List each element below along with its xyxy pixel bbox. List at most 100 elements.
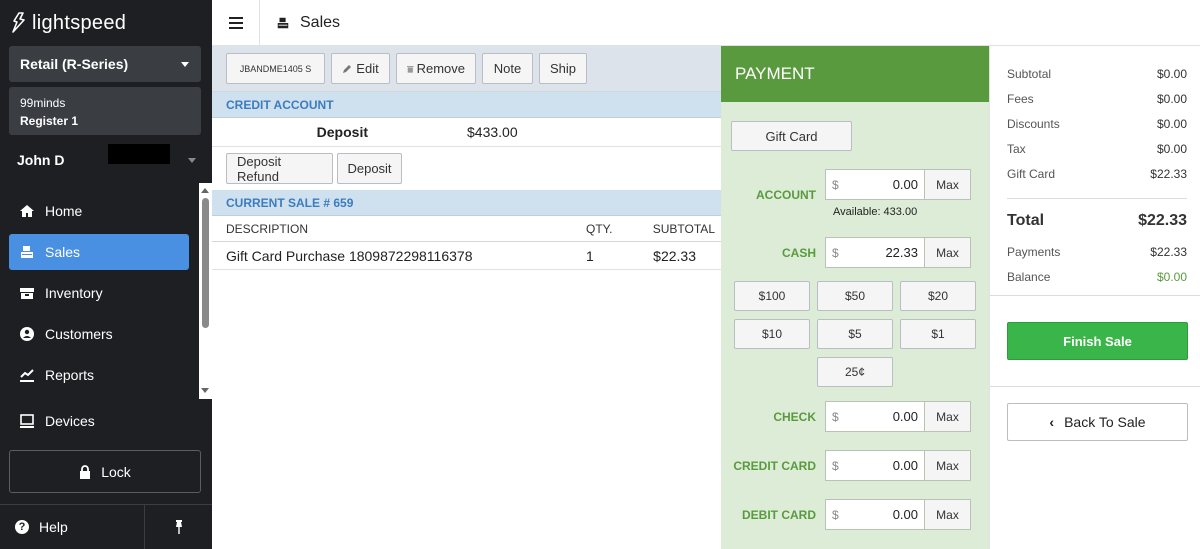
user-menu[interactable]: John D (0, 143, 212, 177)
finish-sale-button[interactable]: Finish Sale (1007, 322, 1188, 360)
cash-25-cent-button[interactable]: 25¢ (817, 357, 893, 387)
cash-100-button[interactable]: $100 (734, 281, 810, 311)
tax-label: Tax (1007, 142, 1026, 156)
divider (990, 386, 1200, 387)
cash-10-button[interactable]: $10 (734, 319, 810, 349)
divider (990, 295, 1200, 296)
pin-button[interactable] (145, 505, 212, 549)
register-name: Register 1 (20, 114, 79, 128)
sidebar-nav: Home Sales Inventory Customers Reports (0, 190, 199, 395)
balance-value: $0.00 (1156, 270, 1187, 284)
payments-row: Payments $22.33 (1007, 245, 1187, 259)
credit-card-amount-input[interactable]: $ 0.00 (825, 450, 925, 481)
debit-card-amount-input[interactable]: $ 0.00 (825, 499, 925, 530)
subtotal-row: Subtotal $0.00 (1007, 67, 1187, 81)
page-title: Sales (260, 14, 340, 32)
debit-card-max-button[interactable]: Max (925, 499, 971, 530)
table-row[interactable]: Gift Card Purchase 1809872298116378 1 $2… (212, 242, 721, 270)
cash-amount-value: 22.33 (885, 245, 918, 260)
sidebar-item-reports[interactable]: Reports (0, 354, 199, 395)
help-button[interactable]: ? Help (0, 505, 145, 549)
credit-card-payment-row: CREDIT CARD $ 0.00 Max (721, 450, 989, 481)
sidebar: lightspeed Retail (R-Series) 99minds Reg… (0, 0, 212, 549)
credit-card-max-button[interactable]: Max (925, 450, 971, 481)
cash-50-button[interactable]: $50 (817, 281, 893, 311)
payments-label: Payments (1007, 245, 1061, 259)
totals-panel: Subtotal $0.00 Fees $0.00 Discounts $0.0… (989, 46, 1200, 549)
debit-card-amount-value: 0.00 (892, 507, 918, 522)
menu-toggle-button[interactable] (212, 0, 260, 46)
devices-icon (20, 414, 34, 428)
sidebar-item-label: Sales (45, 244, 81, 260)
hamburger-icon (228, 21, 243, 24)
discounts-label: Discounts (1007, 117, 1060, 131)
gift-card-button[interactable]: Gift Card (731, 121, 852, 151)
page-title-text: Sales (300, 13, 341, 31)
debit-card-label: DEBIT CARD (742, 507, 816, 522)
sidebar-item-label: Inventory (45, 284, 103, 301)
chevron-down-icon (181, 61, 189, 67)
credit-account-heading: CREDIT ACCOUNT (212, 92, 721, 118)
lightspeed-flame-icon (12, 12, 25, 33)
deposit-refund-button[interactable]: Deposit Refund (226, 153, 333, 184)
discounts-row: Discounts $0.00 (1007, 117, 1187, 131)
check-max-button[interactable]: Max (925, 401, 971, 432)
edit-label: Edit (356, 61, 379, 76)
payments-value: $22.33 (1150, 245, 1187, 259)
pin-icon (175, 520, 182, 534)
gift-card-row: Gift Card $22.33 (1007, 167, 1187, 181)
check-amount-input[interactable]: $ 0.00 (825, 401, 925, 432)
deposit-button[interactable]: Deposit (337, 153, 402, 184)
remove-customer-button[interactable]: Remove (396, 53, 476, 84)
sidebar-item-home[interactable]: Home (0, 190, 199, 231)
cash-20-button[interactable]: $20 (900, 281, 976, 311)
register-icon (21, 246, 33, 258)
sidebar-item-devices[interactable]: Devices (0, 403, 212, 439)
sidebar-scrollbar-thumb[interactable] (202, 198, 209, 328)
ship-button[interactable]: Ship (539, 53, 587, 84)
sidebar-footer: ? Help (0, 504, 212, 549)
cash-max-button[interactable]: Max (925, 237, 971, 268)
sale-panel: JBANDME1405 S Edit Remove Note Ship CRED… (212, 46, 721, 549)
line-subtotal: $22.33 (653, 247, 696, 264)
shop-select[interactable]: Retail (R-Series) (9, 46, 201, 82)
fees-label: Fees (1007, 92, 1034, 106)
top-bar: Sales (212, 0, 1200, 46)
reports-icon (20, 368, 34, 382)
cash-1-button[interactable]: $1 (900, 319, 976, 349)
help-icon: ? (15, 520, 29, 534)
scroll-up-arrow-icon[interactable] (201, 188, 209, 193)
chevron-down-icon (188, 157, 196, 163)
user-name: John D (17, 152, 65, 168)
cash-label: CASH (781, 245, 816, 260)
account-available: Available: 433.00 (833, 206, 918, 218)
sidebar-item-label: Devices (45, 413, 95, 429)
payment-heading: PAYMENT (721, 46, 989, 102)
scroll-down-arrow-icon[interactable] (201, 388, 209, 393)
account-amount-input[interactable]: $ 0.00 (825, 169, 925, 200)
lock-icon (80, 464, 91, 479)
total-value: $22.33 (1138, 212, 1187, 229)
account-max-button[interactable]: Max (925, 169, 971, 200)
lock-button[interactable]: Lock (9, 450, 201, 493)
customer-button[interactable]: JBANDME1405 S (226, 53, 325, 84)
customer-icon (20, 326, 34, 341)
cash-5-button[interactable]: $5 (817, 319, 893, 349)
sidebar-item-label: Home (45, 202, 83, 219)
brand-logo[interactable]: lightspeed (0, 0, 212, 46)
sidebar-item-sales[interactable]: Sales (9, 234, 189, 270)
back-to-sale-button[interactable]: ‹ Back To Sale (1007, 403, 1188, 441)
register-info[interactable]: 99minds Register 1 (9, 87, 201, 135)
debit-card-payment-row: DEBIT CARD $ 0.00 Max (721, 499, 989, 530)
sidebar-item-label: Customers (45, 325, 113, 342)
subtotal-value: $0.00 (1156, 67, 1187, 81)
sidebar-item-customers[interactable]: Customers (0, 313, 199, 354)
edit-customer-button[interactable]: Edit (331, 53, 390, 84)
cash-payment-row: CASH $ 22.33 Max (721, 237, 989, 268)
sidebar-item-inventory[interactable]: Inventory (0, 272, 199, 313)
note-button[interactable]: Note (482, 53, 533, 84)
total-row: Total $22.33 (1007, 212, 1187, 230)
cash-amount-input[interactable]: $ 22.33 (825, 237, 925, 268)
subtotal-label: Subtotal (1007, 67, 1052, 81)
line-qty: 1 (586, 247, 594, 264)
